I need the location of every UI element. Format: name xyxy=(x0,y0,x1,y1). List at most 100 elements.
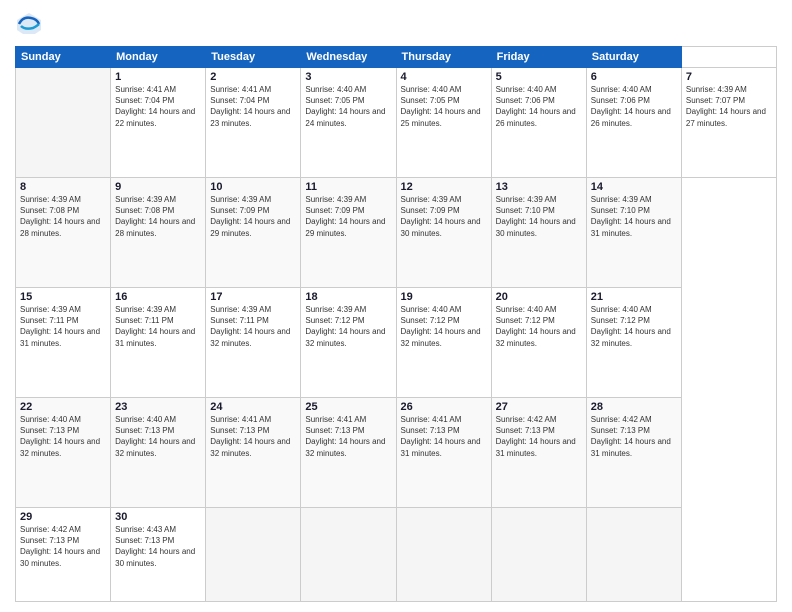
calendar-cell: 8Sunrise: 4:39 AMSunset: 7:08 PMDaylight… xyxy=(16,178,111,288)
day-info: Sunrise: 4:42 AMSunset: 7:13 PMDaylight:… xyxy=(591,414,677,459)
calendar-cell: 13Sunrise: 4:39 AMSunset: 7:10 PMDayligh… xyxy=(491,178,586,288)
day-number: 14 xyxy=(591,181,677,193)
calendar-cell: 15Sunrise: 4:39 AMSunset: 7:11 PMDayligh… xyxy=(16,288,111,398)
day-info: Sunrise: 4:41 AMSunset: 7:04 PMDaylight:… xyxy=(210,84,296,129)
day-info: Sunrise: 4:39 AMSunset: 7:10 PMDaylight:… xyxy=(496,194,582,239)
day-info: Sunrise: 4:42 AMSunset: 7:13 PMDaylight:… xyxy=(496,414,582,459)
day-info: Sunrise: 4:40 AMSunset: 7:06 PMDaylight:… xyxy=(496,84,582,129)
calendar-cell: 1Sunrise: 4:41 AMSunset: 7:04 PMDaylight… xyxy=(111,68,206,178)
day-number: 3 xyxy=(305,71,391,83)
day-number: 23 xyxy=(115,401,201,413)
week-row: 29Sunrise: 4:42 AMSunset: 7:13 PMDayligh… xyxy=(16,508,777,602)
col-header-friday: Friday xyxy=(491,47,586,68)
week-row: 15Sunrise: 4:39 AMSunset: 7:11 PMDayligh… xyxy=(16,288,777,398)
day-number: 28 xyxy=(591,401,677,413)
day-info: Sunrise: 4:40 AMSunset: 7:12 PMDaylight:… xyxy=(496,304,582,349)
page: SundayMondayTuesdayWednesdayThursdayFrid… xyxy=(0,0,792,612)
day-info: Sunrise: 4:40 AMSunset: 7:12 PMDaylight:… xyxy=(591,304,677,349)
day-number: 10 xyxy=(210,181,296,193)
day-number: 4 xyxy=(401,71,487,83)
logo xyxy=(15,10,47,38)
calendar-cell: 7Sunrise: 4:39 AMSunset: 7:07 PMDaylight… xyxy=(681,68,776,178)
col-header-monday: Monday xyxy=(111,47,206,68)
calendar-cell: 23Sunrise: 4:40 AMSunset: 7:13 PMDayligh… xyxy=(111,398,206,508)
day-info: Sunrise: 4:39 AMSunset: 7:11 PMDaylight:… xyxy=(115,304,201,349)
calendar-cell: 14Sunrise: 4:39 AMSunset: 7:10 PMDayligh… xyxy=(586,178,681,288)
day-info: Sunrise: 4:40 AMSunset: 7:13 PMDaylight:… xyxy=(20,414,106,459)
calendar-cell: 26Sunrise: 4:41 AMSunset: 7:13 PMDayligh… xyxy=(396,398,491,508)
calendar-cell: 22Sunrise: 4:40 AMSunset: 7:13 PMDayligh… xyxy=(16,398,111,508)
day-info: Sunrise: 4:39 AMSunset: 7:07 PMDaylight:… xyxy=(686,84,772,129)
day-number: 22 xyxy=(20,401,106,413)
day-number: 16 xyxy=(115,291,201,303)
day-number: 9 xyxy=(115,181,201,193)
day-info: Sunrise: 4:39 AMSunset: 7:12 PMDaylight:… xyxy=(305,304,391,349)
col-header-saturday: Saturday xyxy=(586,47,681,68)
day-number: 19 xyxy=(401,291,487,303)
day-info: Sunrise: 4:39 AMSunset: 7:11 PMDaylight:… xyxy=(210,304,296,349)
calendar-cell: 27Sunrise: 4:42 AMSunset: 7:13 PMDayligh… xyxy=(491,398,586,508)
calendar-cell: 2Sunrise: 4:41 AMSunset: 7:04 PMDaylight… xyxy=(206,68,301,178)
calendar-cell xyxy=(16,68,111,178)
day-number: 26 xyxy=(401,401,487,413)
week-row: 1Sunrise: 4:41 AMSunset: 7:04 PMDaylight… xyxy=(16,68,777,178)
day-info: Sunrise: 4:39 AMSunset: 7:08 PMDaylight:… xyxy=(20,194,106,239)
calendar-cell xyxy=(491,508,586,602)
day-number: 2 xyxy=(210,71,296,83)
day-info: Sunrise: 4:41 AMSunset: 7:13 PMDaylight:… xyxy=(210,414,296,459)
day-info: Sunrise: 4:41 AMSunset: 7:13 PMDaylight:… xyxy=(401,414,487,459)
day-number: 29 xyxy=(20,511,106,523)
day-number: 25 xyxy=(305,401,391,413)
week-row: 8Sunrise: 4:39 AMSunset: 7:08 PMDaylight… xyxy=(16,178,777,288)
logo-icon xyxy=(15,10,43,38)
calendar-cell: 10Sunrise: 4:39 AMSunset: 7:09 PMDayligh… xyxy=(206,178,301,288)
week-row: 22Sunrise: 4:40 AMSunset: 7:13 PMDayligh… xyxy=(16,398,777,508)
day-number: 21 xyxy=(591,291,677,303)
day-number: 20 xyxy=(496,291,582,303)
day-info: Sunrise: 4:43 AMSunset: 7:13 PMDaylight:… xyxy=(115,524,201,569)
calendar-cell xyxy=(396,508,491,602)
day-info: Sunrise: 4:39 AMSunset: 7:09 PMDaylight:… xyxy=(305,194,391,239)
day-number: 8 xyxy=(20,181,106,193)
day-number: 30 xyxy=(115,511,201,523)
day-number: 17 xyxy=(210,291,296,303)
day-number: 18 xyxy=(305,291,391,303)
day-number: 11 xyxy=(305,181,391,193)
day-number: 1 xyxy=(115,71,201,83)
day-number: 6 xyxy=(591,71,677,83)
day-info: Sunrise: 4:39 AMSunset: 7:11 PMDaylight:… xyxy=(20,304,106,349)
calendar-cell: 16Sunrise: 4:39 AMSunset: 7:11 PMDayligh… xyxy=(111,288,206,398)
day-info: Sunrise: 4:41 AMSunset: 7:04 PMDaylight:… xyxy=(115,84,201,129)
col-header-tuesday: Tuesday xyxy=(206,47,301,68)
calendar-cell: 5Sunrise: 4:40 AMSunset: 7:06 PMDaylight… xyxy=(491,68,586,178)
day-info: Sunrise: 4:39 AMSunset: 7:08 PMDaylight:… xyxy=(115,194,201,239)
calendar-cell xyxy=(586,508,681,602)
calendar-cell: 28Sunrise: 4:42 AMSunset: 7:13 PMDayligh… xyxy=(586,398,681,508)
day-number: 13 xyxy=(496,181,582,193)
day-number: 27 xyxy=(496,401,582,413)
col-header-sunday: Sunday xyxy=(16,47,111,68)
day-info: Sunrise: 4:40 AMSunset: 7:05 PMDaylight:… xyxy=(305,84,391,129)
day-number: 5 xyxy=(496,71,582,83)
day-info: Sunrise: 4:42 AMSunset: 7:13 PMDaylight:… xyxy=(20,524,106,569)
calendar: SundayMondayTuesdayWednesdayThursdayFrid… xyxy=(15,46,777,602)
day-info: Sunrise: 4:40 AMSunset: 7:12 PMDaylight:… xyxy=(401,304,487,349)
day-number: 12 xyxy=(401,181,487,193)
day-info: Sunrise: 4:39 AMSunset: 7:09 PMDaylight:… xyxy=(210,194,296,239)
calendar-cell: 3Sunrise: 4:40 AMSunset: 7:05 PMDaylight… xyxy=(301,68,396,178)
calendar-cell: 21Sunrise: 4:40 AMSunset: 7:12 PMDayligh… xyxy=(586,288,681,398)
day-info: Sunrise: 4:40 AMSunset: 7:13 PMDaylight:… xyxy=(115,414,201,459)
header xyxy=(15,10,777,38)
day-number: 24 xyxy=(210,401,296,413)
calendar-cell: 20Sunrise: 4:40 AMSunset: 7:12 PMDayligh… xyxy=(491,288,586,398)
calendar-cell: 18Sunrise: 4:39 AMSunset: 7:12 PMDayligh… xyxy=(301,288,396,398)
calendar-cell: 9Sunrise: 4:39 AMSunset: 7:08 PMDaylight… xyxy=(111,178,206,288)
calendar-cell: 25Sunrise: 4:41 AMSunset: 7:13 PMDayligh… xyxy=(301,398,396,508)
day-info: Sunrise: 4:39 AMSunset: 7:10 PMDaylight:… xyxy=(591,194,677,239)
day-info: Sunrise: 4:40 AMSunset: 7:06 PMDaylight:… xyxy=(591,84,677,129)
calendar-cell: 29Sunrise: 4:42 AMSunset: 7:13 PMDayligh… xyxy=(16,508,111,602)
calendar-cell: 17Sunrise: 4:39 AMSunset: 7:11 PMDayligh… xyxy=(206,288,301,398)
calendar-cell xyxy=(301,508,396,602)
calendar-cell xyxy=(206,508,301,602)
calendar-cell: 11Sunrise: 4:39 AMSunset: 7:09 PMDayligh… xyxy=(301,178,396,288)
